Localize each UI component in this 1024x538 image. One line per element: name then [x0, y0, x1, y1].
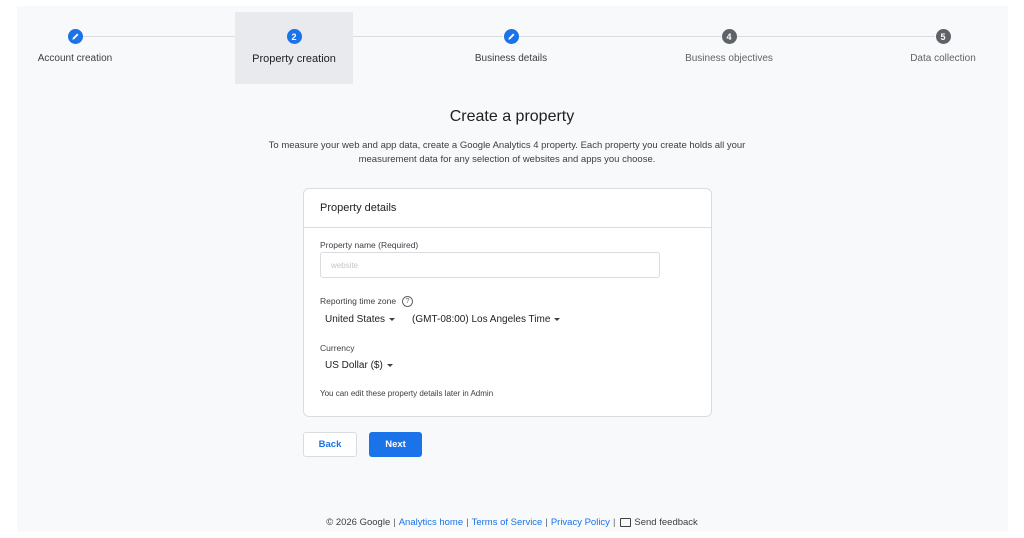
step-data-collection: 5 Data collection: [873, 12, 1013, 84]
back-button[interactable]: Back: [303, 432, 357, 457]
pencil-icon: [67, 29, 83, 44]
step-business-objectives: 4 Business objectives: [659, 12, 799, 84]
currency-label: Currency: [320, 343, 355, 353]
step-account-creation[interactable]: Account creation: [5, 12, 145, 84]
footer-separator: |: [545, 517, 548, 528]
pencil-icon: [503, 29, 519, 44]
footer-separator: |: [393, 517, 396, 528]
admin-edit-note: You can edit these property details late…: [320, 389, 494, 398]
caret-down-icon: [389, 318, 396, 321]
country-value: United States: [325, 314, 386, 325]
property-details-card: Property details Property name (Required…: [303, 188, 712, 417]
step-label: Business objectives: [685, 53, 773, 64]
privacy-policy-link[interactable]: Privacy Policy: [551, 517, 610, 528]
step-label: Account creation: [37, 53, 113, 64]
currency-select[interactable]: US Dollar ($): [325, 360, 393, 371]
step-business-details[interactable]: Business details: [441, 12, 581, 84]
copyright: © 2026 Google: [326, 517, 391, 528]
time-zone-label: Reporting time zone: [320, 296, 397, 306]
send-feedback-link[interactable]: Send feedback: [634, 517, 697, 528]
step-label: Business details: [474, 53, 548, 64]
step-number: 5: [935, 29, 951, 44]
caret-down-icon: [386, 364, 393, 367]
step-property-creation[interactable]: 2 Property creation: [235, 12, 353, 84]
step-number: 2: [286, 29, 302, 44]
card-title: Property details: [304, 189, 711, 228]
help-icon[interactable]: ?: [402, 296, 413, 307]
country-select[interactable]: United States: [325, 314, 396, 325]
page-title: Create a property: [449, 108, 575, 125]
feedback-icon[interactable]: [620, 518, 632, 527]
time-zone-select[interactable]: (GMT-08:00) Los Angeles Time: [412, 314, 561, 325]
page-description: To measure your web and app data, create…: [268, 140, 746, 165]
footer: © 2026 Google | Analytics home | Terms o…: [0, 517, 1024, 528]
step-label: Property creation: [252, 53, 336, 65]
property-name-input[interactable]: website: [320, 252, 660, 278]
next-button[interactable]: Next: [369, 432, 422, 457]
analytics-home-link[interactable]: Analytics home: [399, 517, 463, 528]
caret-down-icon: [554, 318, 561, 321]
property-name-label: Property name (Required): [320, 240, 419, 250]
step-label: Data collection: [910, 53, 976, 64]
footer-separator: |: [466, 517, 469, 528]
time-zone-value: (GMT-08:00) Los Angeles Time: [412, 314, 551, 325]
step-number: 4: [721, 29, 737, 44]
currency-value: US Dollar ($): [325, 360, 383, 371]
terms-of-service-link[interactable]: Terms of Service: [472, 517, 543, 528]
footer-separator: |: [612, 517, 616, 528]
